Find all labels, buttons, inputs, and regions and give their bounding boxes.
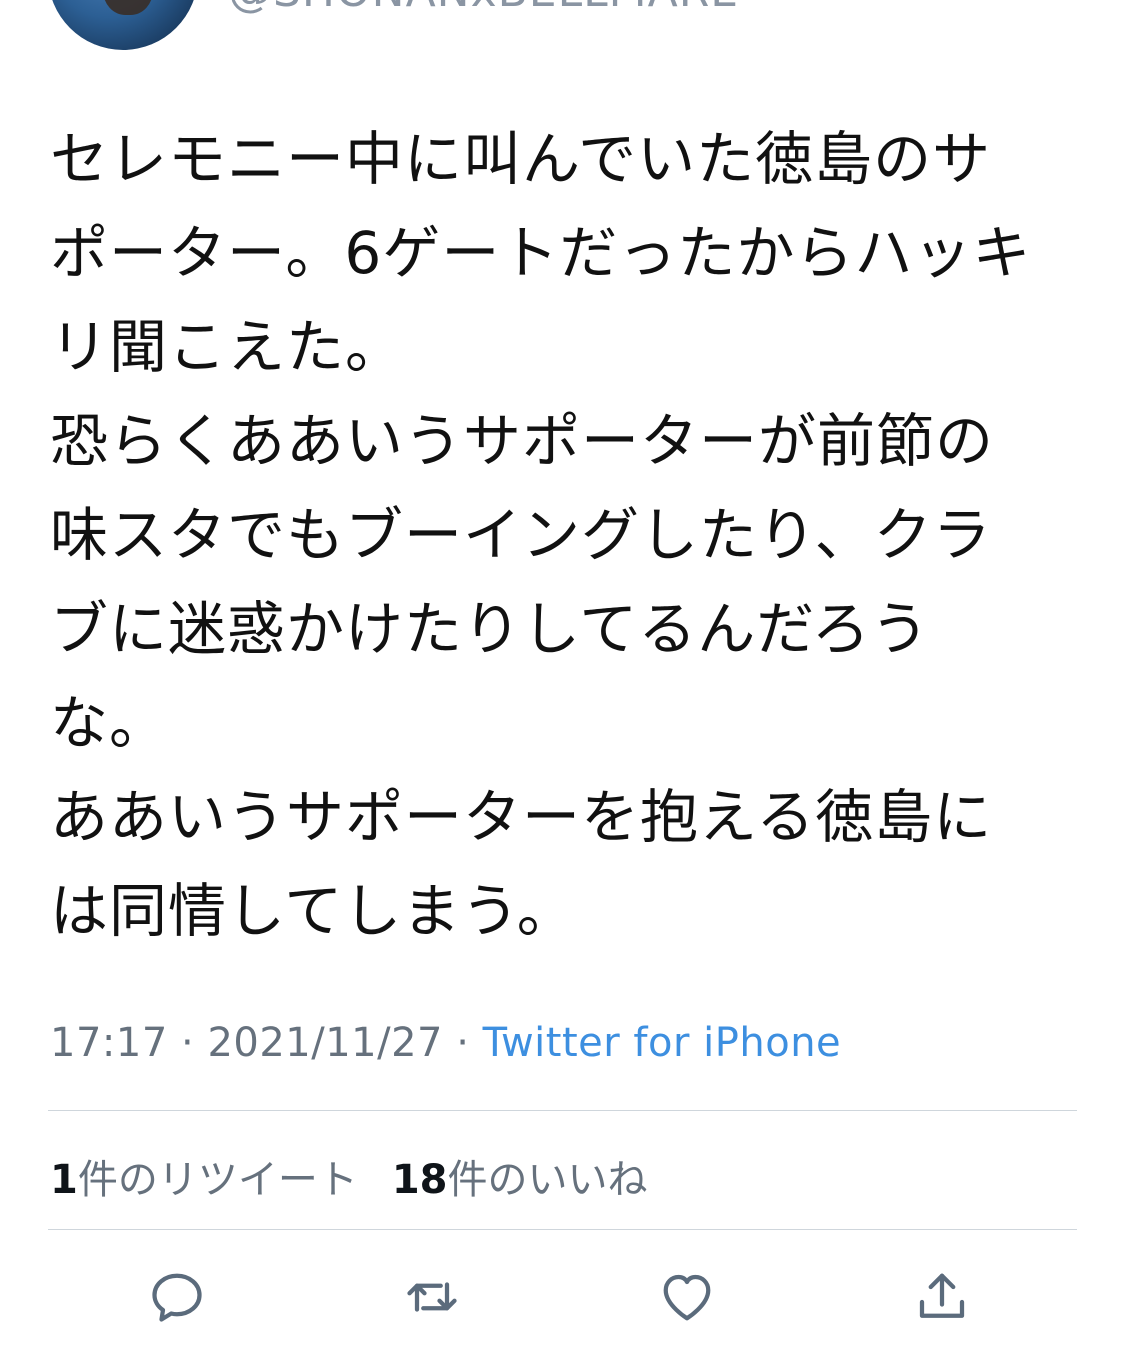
tweet-action-bar — [0, 1262, 1125, 1332]
retweet-stat[interactable]: 1件のリツイート — [50, 1157, 358, 1203]
user-handle[interactable]: @SHONANxBELLMARE — [228, 0, 739, 17]
tweet-meta: 17:17 · 2021/11/27 · Twitter for iPhone — [50, 1020, 841, 1066]
tweet-text-line: は同情してしまう。 — [50, 877, 576, 945]
tweet-text-line: ああいうサポーターを抱える徳島に — [50, 783, 993, 851]
reply-icon — [152, 1273, 202, 1322]
tweet-text-line: 味スタでもブーイングしたり、クラ — [50, 501, 992, 569]
meta-separator: · — [442, 1020, 483, 1066]
divider-bottom — [48, 1229, 1077, 1230]
like-button[interactable] — [652, 1262, 722, 1332]
tweet-text-line: な。 — [50, 689, 169, 757]
tweet-time: 17:17 — [50, 1020, 168, 1066]
tweet-source-link[interactable]: Twitter for iPhone — [483, 1020, 842, 1066]
tweet-header: @SHONANxBELLMARE — [0, 0, 1125, 60]
share-button[interactable] — [907, 1262, 977, 1332]
share-icon — [919, 1273, 965, 1318]
heart-icon — [663, 1274, 711, 1321]
tweet-text-line: リ聞こえた。 — [50, 313, 405, 381]
like-stat[interactable]: 18件のいいね — [392, 1157, 648, 1203]
meta-separator: · — [167, 1020, 208, 1066]
retweet-icon — [407, 1282, 457, 1312]
tweet-stats: 1件のリツイート 18件のいいね — [50, 1147, 648, 1205]
tweet-text-line: ポーター。6ゲートだったからハッキ — [50, 219, 1032, 287]
avatar[interactable] — [48, 0, 198, 50]
like-label: 件のいいね — [447, 1157, 648, 1203]
tweet-text: セレモニー中に叫んでいた徳島のサ ポーター。6ゲートだったからハッキ リ聞こえた… — [50, 112, 1090, 958]
tweet-date: 2021/11/27 — [207, 1020, 443, 1066]
reply-button[interactable] — [142, 1262, 212, 1332]
divider-top — [48, 1110, 1077, 1111]
retweet-button[interactable] — [397, 1262, 467, 1332]
avatar-face — [103, 0, 153, 15]
tweet-text-line: セレモニー中に叫んでいた徳島のサ — [50, 125, 992, 193]
tweet-text-line: 恐らくああいうサポーターが前節の — [50, 407, 995, 475]
retweet-count: 1 — [50, 1157, 78, 1203]
tweet-text-line: ブに迷惑かけたりしてるんだろう — [50, 595, 930, 663]
like-count: 18 — [391, 1157, 448, 1203]
retweet-label: 件のリツイート — [77, 1157, 358, 1203]
